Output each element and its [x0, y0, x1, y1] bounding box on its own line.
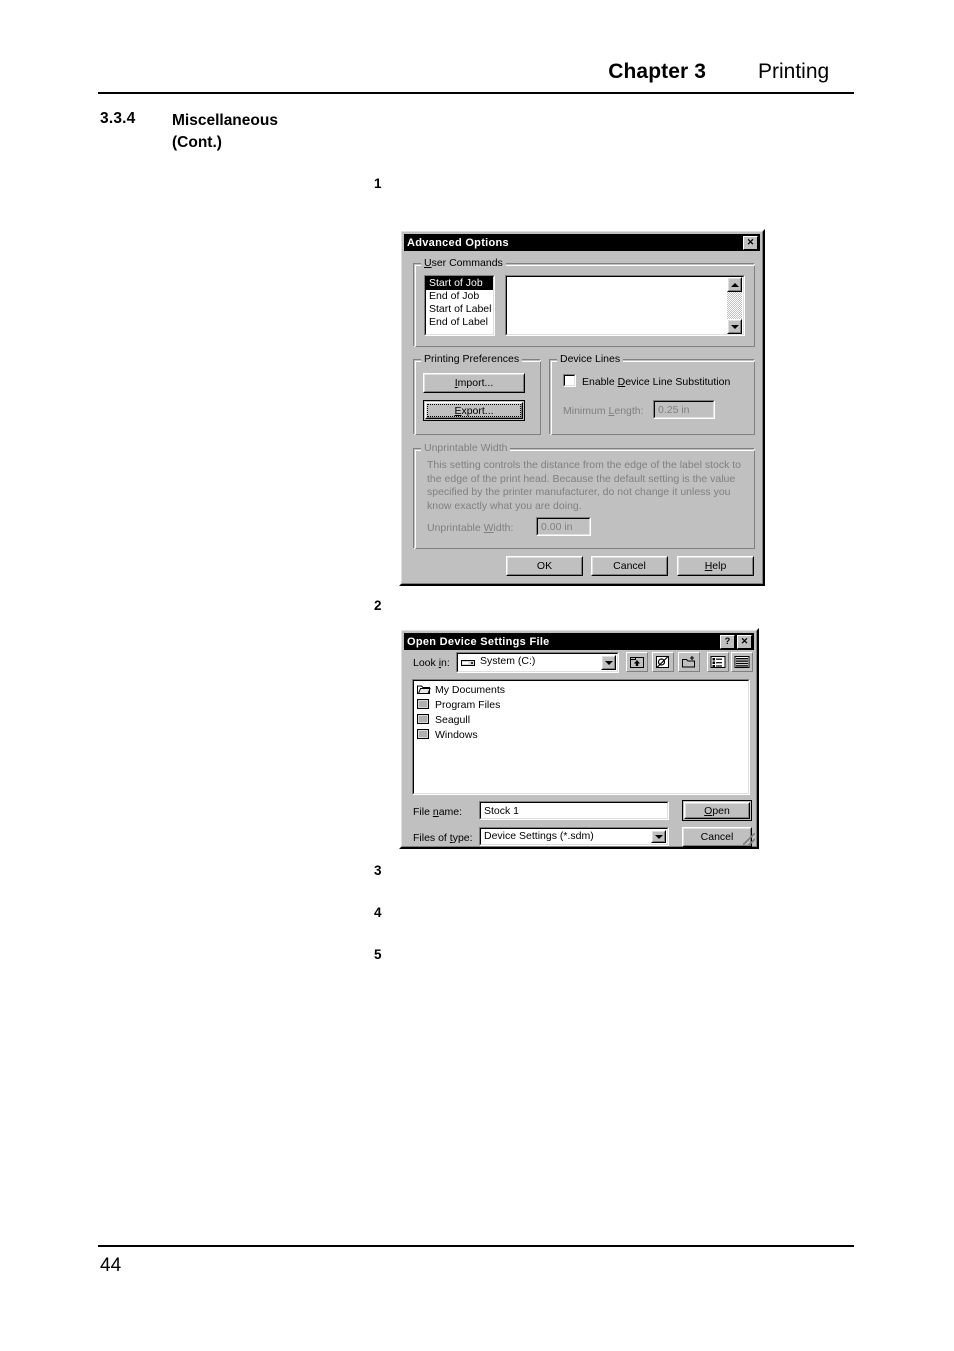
editor-scrollbar[interactable] [727, 277, 742, 334]
user-command-text-editor[interactable] [505, 275, 745, 336]
unprintable-width-field[interactable]: 0.00 in [536, 517, 591, 536]
file-name: Program Files [435, 699, 501, 711]
printing-preferences-group: Printing Preferences [413, 353, 541, 435]
section-title: Miscellaneous (Cont.) [172, 110, 278, 154]
chevron-down-icon[interactable] [601, 655, 616, 670]
list-item[interactable]: My Documents [416, 683, 746, 697]
file-name-label: File name: [413, 806, 463, 818]
footer-rule [98, 1245, 854, 1247]
files-of-type-label: Files of type: [413, 832, 473, 844]
close-icon[interactable]: ✕ [743, 235, 758, 250]
resize-grip[interactable] [743, 833, 755, 845]
minimum-length-field[interactable]: 0.25 in [653, 400, 715, 419]
section-title-line2: (Cont.) [172, 134, 222, 151]
manual-page: Chapter 3 Printing 3.3.4 Miscellaneous (… [0, 0, 954, 1351]
step-number-3: 3 [374, 863, 382, 878]
look-in-combo[interactable]: System (C:) [456, 652, 619, 673]
list-item[interactable]: Start of Label [426, 303, 493, 316]
user-commands-group-label: User Commands [421, 257, 506, 269]
list-item[interactable]: Start of Job [426, 277, 493, 290]
device-lines-group: Device Lines [549, 353, 755, 435]
unprintable-width-description: This setting controls the distance from … [427, 459, 742, 512]
list-item[interactable]: End of Job [426, 290, 493, 303]
files-of-type-combo[interactable]: Device Settings (*.sdm) [479, 827, 669, 846]
page-number: 44 [100, 1255, 122, 1276]
step-number-4: 4 [374, 905, 382, 920]
close-icon[interactable]: ✕ [737, 634, 752, 649]
step-number-1: 1 [374, 176, 382, 191]
help-icon[interactable]: ? [720, 634, 735, 649]
folder-icon [416, 727, 431, 743]
import-button[interactable]: Import... [423, 373, 525, 393]
device-lines-group-label: Device Lines [557, 353, 624, 365]
scroll-down-icon[interactable] [727, 319, 742, 334]
cancel-button[interactable]: Cancel [591, 556, 668, 576]
look-in-label: Look in: [413, 657, 450, 669]
special-folder-icon [416, 682, 431, 698]
create-new-folder-icon[interactable] [678, 652, 700, 672]
section-title-line1: Miscellaneous [172, 112, 278, 129]
unprintable-width-value: 0.00 in [541, 521, 573, 533]
help-button[interactable]: Help [677, 556, 754, 576]
unprintable-width-label: Unprintable Width: [427, 522, 514, 534]
file-name-value: Stock 1 [484, 805, 520, 817]
file-name-input[interactable]: Stock 1 [479, 801, 669, 820]
details-view-icon[interactable] [731, 652, 753, 672]
list-item[interactable]: Program Files [416, 698, 746, 712]
printing-preferences-group-label: Printing Preferences [421, 353, 523, 365]
ok-button[interactable]: OK [506, 556, 583, 576]
step-number-2: 2 [374, 598, 382, 613]
user-command-text-value[interactable] [508, 278, 726, 333]
advanced-options-titlebar: Advanced Options ✕ [404, 234, 760, 251]
enable-device-line-substitution-label: Enable Device Line Substitution [582, 376, 731, 388]
up-one-level-icon[interactable] [626, 652, 648, 672]
step-number-5: 5 [374, 947, 382, 962]
open-file-title: Open Device Settings File [407, 635, 550, 648]
chevron-down-icon[interactable] [651, 830, 666, 843]
look-in-value: System (C:) [480, 655, 536, 667]
open-file-titlebar: Open Device Settings File ? ✕ [404, 633, 754, 650]
enable-device-line-substitution-checkbox[interactable] [563, 374, 576, 387]
list-item[interactable]: Windows [416, 728, 746, 742]
folder-icon [416, 697, 431, 713]
list-item[interactable]: Seagull [416, 713, 746, 727]
open-button[interactable]: Open [682, 800, 752, 821]
minimum-length-label: Minimum Length: [563, 405, 644, 417]
open-device-settings-file-dialog: Open Device Settings File ? ✕ Look in: S… [399, 628, 759, 849]
files-of-type-value: Device Settings (*.sdm) [484, 830, 594, 842]
file-name: My Documents [435, 684, 506, 696]
header-chapter: Chapter 3 [608, 60, 706, 83]
section-number: 3.3.4 [100, 110, 136, 127]
hard-drive-icon [461, 658, 476, 668]
header-section: Printing [758, 60, 830, 83]
advanced-options-dialog: Advanced Options ✕ User Commands Start o… [399, 229, 765, 586]
file-list[interactable]: My Documents Program Files Seagull Windo… [412, 679, 750, 795]
minimum-length-value: 0.25 in [658, 404, 690, 416]
file-name: Seagull [435, 714, 471, 726]
advanced-options-title: Advanced Options [407, 236, 509, 249]
export-button[interactable]: Export... [423, 400, 525, 421]
list-view-icon[interactable] [707, 652, 729, 672]
header-rule [98, 92, 854, 94]
scrollbar-trough[interactable] [727, 292, 742, 319]
folder-icon [416, 712, 431, 728]
user-commands-listbox[interactable]: Start of Job End of Job Start of Label E… [424, 275, 495, 336]
list-item[interactable]: End of Label [426, 316, 493, 329]
page-header: Chapter 3 Printing [98, 60, 854, 84]
scroll-up-icon[interactable] [727, 277, 742, 292]
cancel-button[interactable]: Cancel [682, 827, 752, 847]
file-name: Windows [435, 729, 478, 741]
look-in-favorites-icon[interactable] [652, 652, 674, 672]
unprintable-width-group-label: Unprintable Width [421, 442, 511, 454]
